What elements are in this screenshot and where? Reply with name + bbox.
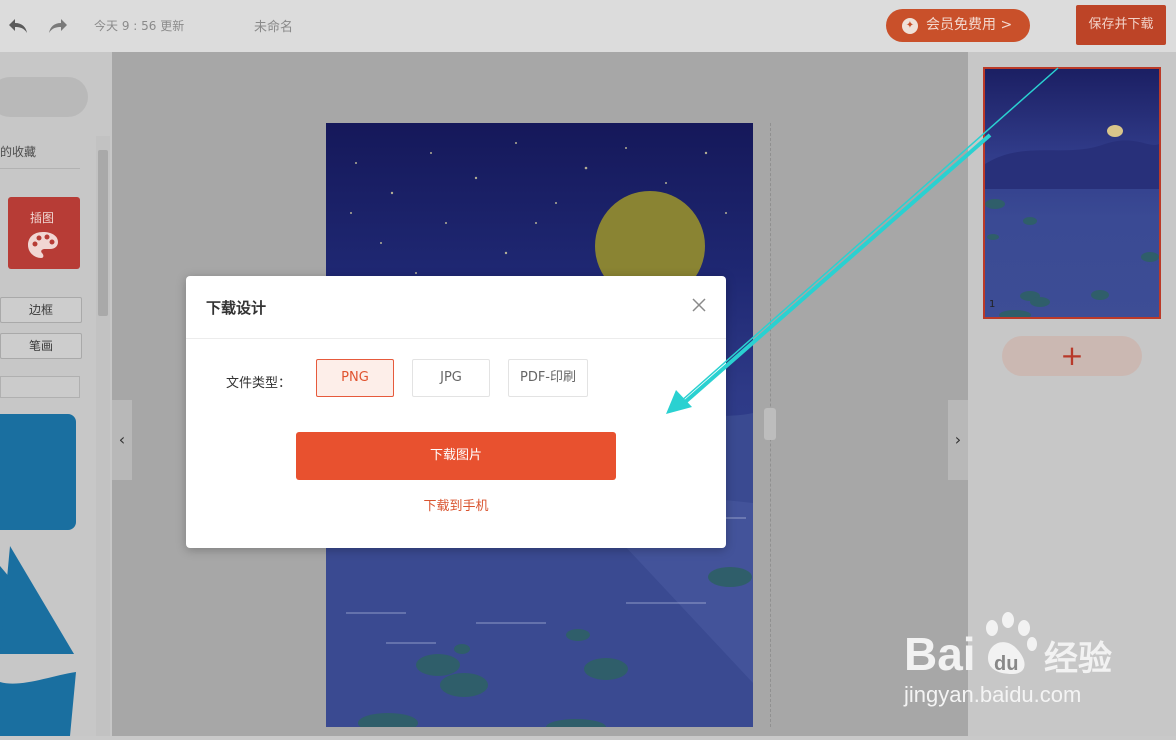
- svg-text:经验: 经验: [1044, 639, 1112, 679]
- favorites-tab[interactable]: 的收藏: [0, 143, 36, 160]
- palette-icon: [26, 230, 60, 260]
- add-page-button[interactable]: +: [1002, 336, 1142, 376]
- file-type-jpg-option[interactable]: JPG: [412, 359, 490, 397]
- watermark-url: jingyan.baidu.com: [904, 682, 1082, 707]
- resize-handle[interactable]: [764, 408, 776, 440]
- border-chip[interactable]: 边框: [0, 297, 82, 323]
- file-type-label: 文件类型：: [226, 376, 292, 391]
- collapse-left-panel-button[interactable]: ‹: [112, 400, 132, 480]
- page-thumbnail[interactable]: 1: [983, 67, 1161, 319]
- shape-rounded-rect[interactable]: [0, 414, 76, 530]
- file-type-png-option[interactable]: PNG: [316, 359, 394, 397]
- baidu-jingyan-logo: Bai du 经验: [904, 608, 1124, 686]
- vip-free-button[interactable]: ✦ 会员免费用 >: [886, 9, 1030, 42]
- download-design-dialog: 下载设计 文件类型： PNG JPG PDF-印刷 下载图片 下载到手机: [186, 276, 726, 548]
- last-saved-time: 今天 9 : 56 更新: [94, 19, 185, 33]
- svg-text:Bai: Bai: [904, 628, 976, 680]
- thumbnail-illustration: [985, 125, 1159, 317]
- close-icon[interactable]: [688, 294, 710, 316]
- filter-bar[interactable]: [0, 376, 80, 398]
- dialog-title: 下载设计: [206, 299, 267, 317]
- vip-badge-icon: ✦: [902, 18, 918, 34]
- download-to-phone-link[interactable]: 下载到手机: [186, 495, 726, 514]
- download-image-button[interactable]: 下载图片: [296, 432, 616, 480]
- page-number: 1: [989, 299, 996, 310]
- stroke-chip[interactable]: 笔画: [0, 333, 82, 359]
- redo-arrow-icon[interactable]: [46, 14, 70, 38]
- shape-triangle[interactable]: [0, 546, 78, 656]
- collapse-right-panel-button[interactable]: ›: [948, 400, 968, 480]
- illustration-label: 插图: [30, 211, 55, 225]
- shape-wave[interactable]: [0, 672, 78, 736]
- document-name[interactable]: 未命名: [254, 16, 293, 35]
- vip-button-label: 会员免费用 >: [926, 17, 1013, 33]
- scrollbar-thumb[interactable]: [98, 150, 108, 316]
- divider: [0, 168, 80, 169]
- dialog-divider: [186, 338, 726, 339]
- save-and-download-button[interactable]: 保存并下载: [1076, 5, 1166, 45]
- asset-search-input[interactable]: [0, 77, 88, 117]
- file-type-pdf-option[interactable]: PDF-印刷: [508, 359, 588, 397]
- undo-arrow-icon[interactable]: [6, 14, 30, 38]
- svg-text:du: du: [994, 653, 1018, 675]
